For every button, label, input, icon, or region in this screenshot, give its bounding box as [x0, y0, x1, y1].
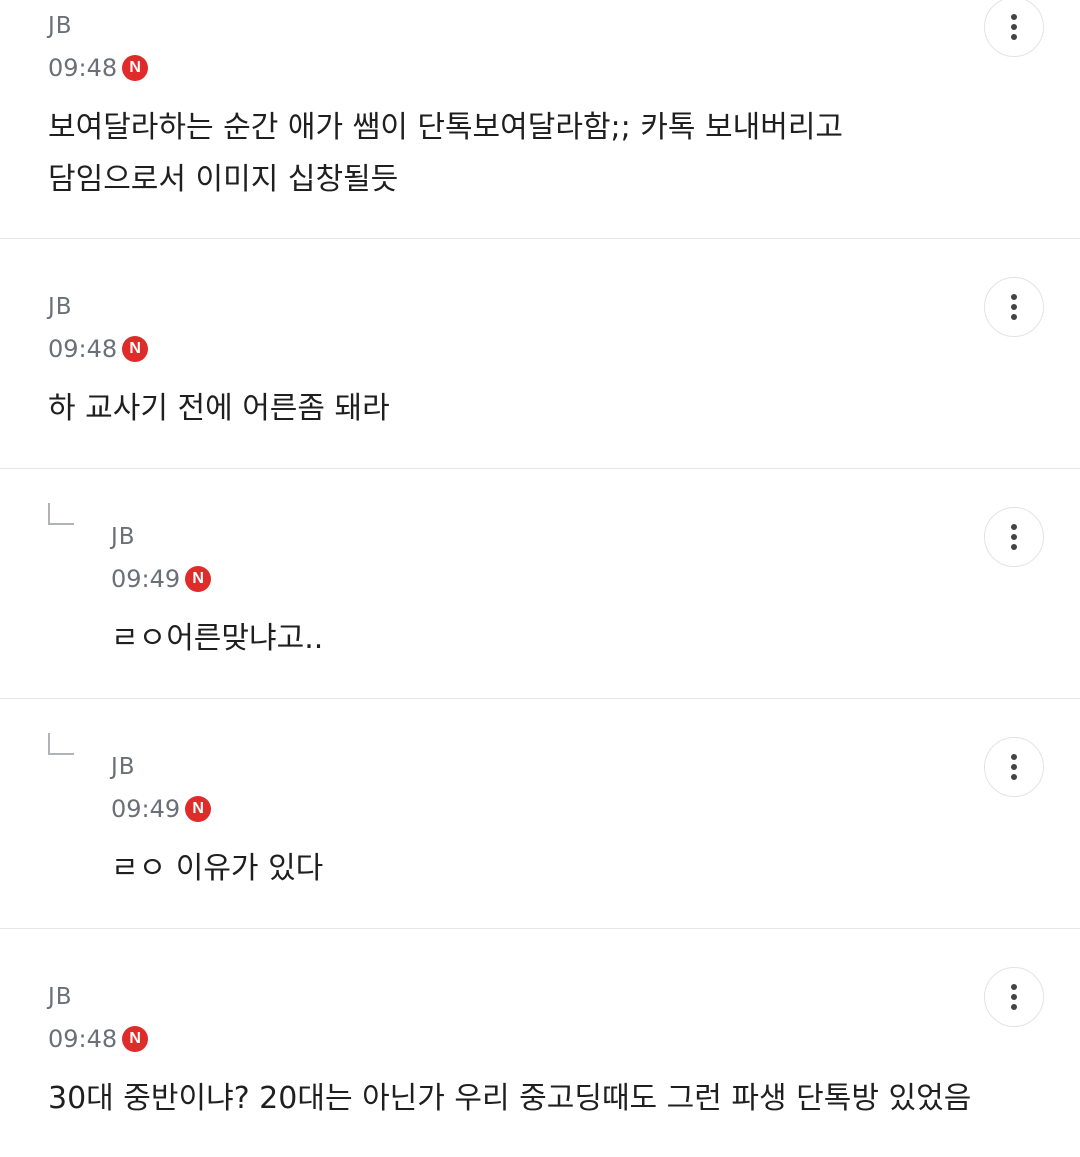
comment-item: JB 09:48 N 30대 중반이냐? 20대는 아닌가 우리 중고딩때도 그…	[0, 929, 1080, 1157]
comment-text: ㄹㅇ 이유가 있다	[111, 851, 324, 886]
more-vertical-icon	[1011, 524, 1017, 550]
reply-item: JB 09:49 N ㄹㅇ어른맞냐고..	[0, 469, 1080, 698]
comment-author[interactable]: JB	[111, 753, 136, 781]
comment-author[interactable]: JB	[48, 983, 73, 1011]
reply-item: JB 09:49 N ㄹㅇ 이유가 있다	[0, 699, 1080, 928]
reply-arrow-icon	[48, 503, 74, 525]
reply-arrow-icon	[48, 733, 74, 755]
comment-more-button[interactable]	[984, 0, 1044, 57]
comment-more-button[interactable]	[984, 277, 1044, 337]
more-vertical-icon	[1011, 14, 1017, 40]
comment-author[interactable]: JB	[48, 12, 73, 40]
comment-more-button[interactable]	[984, 737, 1044, 797]
comment-item: JB 09:48 N 보여달라하는 순간 애가 쌤이 단톡보여달라함;; 카톡 …	[0, 0, 1080, 238]
comment-text: ㄹㅇ어른맞냐고..	[111, 621, 324, 656]
new-badge: N	[185, 796, 212, 822]
more-vertical-icon	[1011, 754, 1017, 780]
comment-meta: 09:48 N	[48, 334, 149, 364]
comment-text: 30대 중반이냐? 20대는 아닌가 우리 중고딩때도 그런 파생 단톡방 있었…	[48, 1081, 972, 1116]
comment-meta: 09:49 N	[111, 794, 212, 824]
comment-author[interactable]: JB	[48, 293, 73, 321]
comment-meta: 09:49 N	[111, 564, 212, 594]
comment-author[interactable]: JB	[111, 523, 136, 551]
comment-more-button[interactable]	[984, 967, 1044, 1027]
new-badge: N	[122, 336, 149, 362]
new-badge: N	[122, 55, 149, 81]
comment-meta: 09:48 N	[48, 1024, 149, 1054]
comment-time: 09:48	[48, 54, 118, 82]
comment-item: JB 09:48 N 하 교사기 전에 어른좀 돼라	[0, 239, 1080, 468]
comment-meta: 09:48 N	[48, 53, 149, 83]
new-badge: N	[122, 1026, 149, 1052]
new-badge: N	[185, 566, 212, 592]
comment-text: 하 교사기 전에 어른좀 돼라	[48, 391, 390, 426]
comment-more-button[interactable]	[984, 507, 1044, 567]
comment-time: 09:48	[48, 335, 118, 363]
comment-time: 09:49	[111, 795, 181, 823]
more-vertical-icon	[1011, 294, 1017, 320]
comment-text: 보여달라하는 순간 애가 쌤이 단톡보여달라함;; 카톡 보내버리고 담임으로서…	[48, 110, 844, 197]
comment-time: 09:48	[48, 1025, 118, 1053]
comment-time: 09:49	[111, 565, 181, 593]
more-vertical-icon	[1011, 984, 1017, 1010]
